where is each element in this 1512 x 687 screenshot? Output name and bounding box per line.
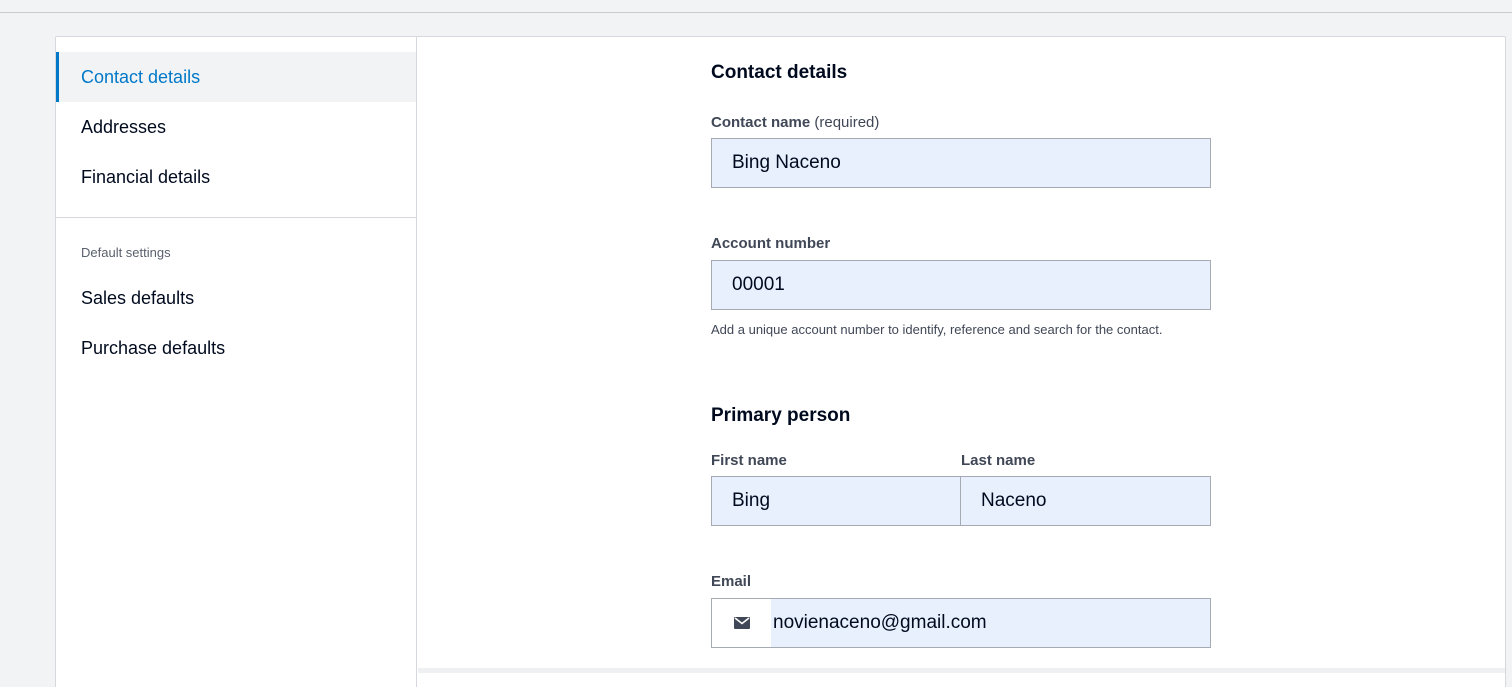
nav-item-addresses[interactable]: Addresses	[56, 102, 416, 152]
email-input[interactable]: novienaceno@gmail.com	[771, 599, 1210, 647]
nav-item-sales-defaults[interactable]: Sales defaults	[56, 273, 416, 323]
account-number-label: Account number	[711, 235, 831, 252]
last-name-input[interactable]: Naceno	[960, 476, 1211, 526]
first-name-label: First name	[711, 452, 787, 469]
nav-item-label: Contact details	[81, 66, 201, 87]
section-nav: Contact details Addresses Financial deta…	[56, 37, 417, 687]
contact-name-label: Contact name (required)	[711, 114, 880, 131]
nav-item-purchase-defaults[interactable]: Purchase defaults	[56, 323, 416, 373]
last-name-label: Last name	[961, 452, 1036, 469]
email-label: Email	[711, 573, 752, 590]
section-heading: Contact details	[711, 62, 848, 83]
nav-item-label: Financial details	[81, 166, 211, 187]
email-field[interactable]: novienaceno@gmail.com	[711, 598, 1211, 648]
nav-item-contact-details[interactable]: Contact details	[56, 52, 416, 102]
nav-divider	[56, 217, 416, 218]
nav-section-label: Default settings	[81, 245, 171, 260]
nav-item-financial-details[interactable]: Financial details	[56, 152, 416, 202]
footer-divider	[418, 668, 1505, 673]
nav-item-label: Sales defaults	[81, 287, 195, 308]
envelope-icon	[712, 599, 771, 647]
form-area: Contact details Contact name (required) …	[418, 37, 1505, 687]
top-divider	[0, 12, 1512, 13]
primary-person-heading: Primary person	[711, 405, 851, 426]
contact-edit-card: Contact details Addresses Financial deta…	[55, 36, 1506, 687]
first-name-input[interactable]: Bing	[711, 476, 962, 526]
account-number-input[interactable]: 00001	[711, 260, 1211, 310]
required-hint: (required)	[814, 114, 880, 131]
contact-name-input[interactable]: Bing Naceno	[711, 138, 1211, 188]
nav-item-label: Purchase defaults	[81, 337, 226, 358]
account-number-helper: Add a unique account number to identify,…	[711, 322, 1163, 337]
nav-item-label: Addresses	[81, 116, 167, 137]
